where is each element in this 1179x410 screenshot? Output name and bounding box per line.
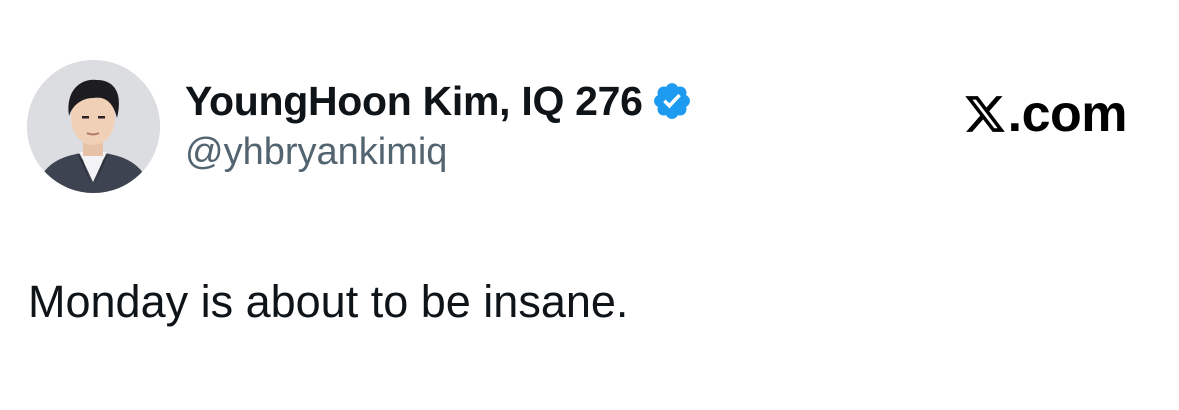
author-avatar[interactable] bbox=[27, 60, 160, 193]
author-name-row: YoungHoon Kim, IQ 276 bbox=[185, 76, 693, 126]
verified-badge-icon bbox=[651, 80, 693, 122]
brand-domain-suffix: .com bbox=[1007, 85, 1128, 143]
post-text: Monday is about to be insane. bbox=[28, 276, 629, 327]
brand-watermark: .com bbox=[963, 84, 1128, 144]
x-logo-icon bbox=[963, 92, 1007, 136]
author-display-name[interactable]: YoungHoon Kim, IQ 276 bbox=[185, 78, 643, 125]
post-card: YoungHoon Kim, IQ 276 @yhbryankimiq .com… bbox=[0, 0, 1179, 410]
avatar-image bbox=[27, 60, 160, 193]
author-handle[interactable]: @yhbryankimiq bbox=[185, 131, 447, 174]
